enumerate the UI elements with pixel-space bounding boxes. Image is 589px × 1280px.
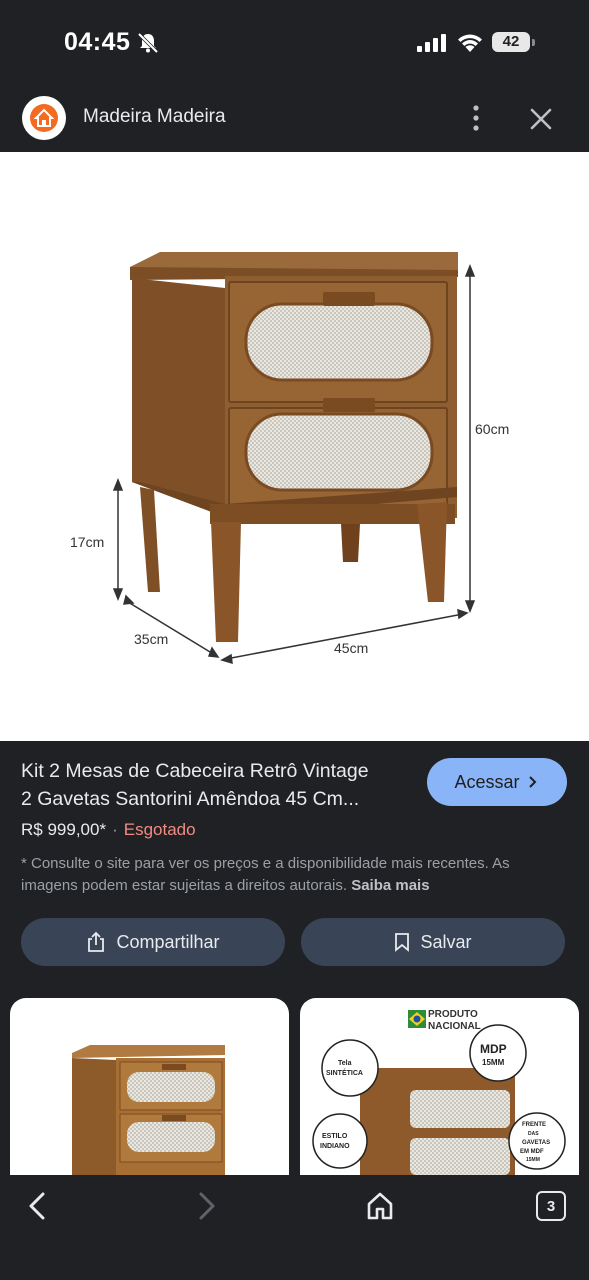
related-image-2[interactable]: PRODUTO NACIONAL Tela SINTÉTICA MDP 15MM… xyxy=(300,998,579,1175)
battery-level: 42 xyxy=(492,32,530,52)
price-row: R$ 999,00* · Esgotado xyxy=(21,820,196,840)
svg-text:MDP: MDP xyxy=(480,1042,507,1056)
access-label: Acessar xyxy=(454,771,520,792)
chevron-right-icon xyxy=(528,776,536,788)
product-title-line2: 2 Gavetas Santorini Amêndoa 45 Cm... xyxy=(21,788,360,810)
house-logo-icon xyxy=(30,104,58,132)
badge-line2: NACIONAL xyxy=(428,1021,481,1032)
related-image-1[interactable] xyxy=(10,998,289,1175)
dimension-leg-height: 17cm xyxy=(70,534,104,550)
app-header: Madeira Madeira xyxy=(0,86,589,152)
status-bar: 04:45 42 xyxy=(0,0,589,86)
svg-text:SINTÉTICA: SINTÉTICA xyxy=(326,1068,363,1077)
svg-text:FRENTE: FRENTE xyxy=(522,1122,546,1128)
svg-text:EM MDF: EM MDF xyxy=(520,1149,544,1155)
disclaimer: * Consulte o site para ver os preços e a… xyxy=(21,853,566,897)
forward-arrow-icon[interactable] xyxy=(190,1189,222,1223)
wifi-icon xyxy=(458,34,482,52)
svg-text:15MM: 15MM xyxy=(526,1157,540,1163)
product-image[interactable]: 60cm 17cm 35cm 45cm xyxy=(0,152,589,741)
svg-text:15MM: 15MM xyxy=(482,1058,505,1067)
svg-text:ESTILO: ESTILO xyxy=(322,1133,348,1140)
dimension-depth: 35cm xyxy=(134,631,168,647)
share-button[interactable]: Compartilhar xyxy=(21,918,285,966)
svg-text:Tela: Tela xyxy=(338,1060,352,1067)
product-title[interactable]: Kit 2 Mesas de Cabeceira Retrô Vintage 2… xyxy=(21,757,416,813)
battery-icon: 42 xyxy=(492,32,536,54)
more-vert-icon[interactable] xyxy=(462,103,490,133)
save-label: Salvar xyxy=(420,931,472,952)
signal-icon xyxy=(417,34,446,52)
share-label: Compartilhar xyxy=(116,931,220,952)
bookmark-icon xyxy=(395,933,410,952)
bell-off-icon xyxy=(137,32,159,54)
availability-badge: Esgotado xyxy=(123,820,196,839)
home-icon[interactable] xyxy=(364,1189,396,1223)
product-title-line1: Kit 2 Mesas de Cabeceira Retrô Vintage xyxy=(21,760,369,782)
dimension-width: 45cm xyxy=(334,640,368,656)
separator: · xyxy=(112,820,118,839)
access-button[interactable]: Acessar xyxy=(427,758,567,806)
back-arrow-icon[interactable] xyxy=(22,1189,54,1223)
svg-text:INDIANO: INDIANO xyxy=(320,1143,350,1150)
clock: 04:45 xyxy=(64,28,131,56)
bottom-nav: 3 xyxy=(0,1175,589,1280)
disclaimer-text: * Consulte o site para ver os preços e a… xyxy=(21,855,510,894)
site-name[interactable]: Madeira Madeira xyxy=(83,106,226,128)
tabs-button[interactable]: 3 xyxy=(536,1191,566,1221)
close-icon[interactable] xyxy=(526,104,556,134)
share-icon xyxy=(88,931,105,952)
dimension-height: 60cm xyxy=(475,421,509,437)
save-button[interactable]: Salvar xyxy=(301,918,565,966)
price: R$ 999,00* xyxy=(21,820,107,839)
badge-line1: PRODUTO xyxy=(428,1009,478,1020)
svg-text:DAS: DAS xyxy=(528,1131,539,1137)
product-info-panel: Kit 2 Mesas de Cabeceira Retrô Vintage 2… xyxy=(0,741,589,1175)
site-logo[interactable] xyxy=(22,96,66,140)
svg-text:GAVETAS: GAVETAS xyxy=(522,1140,550,1146)
learn-more-link[interactable]: Saiba mais xyxy=(351,877,429,894)
